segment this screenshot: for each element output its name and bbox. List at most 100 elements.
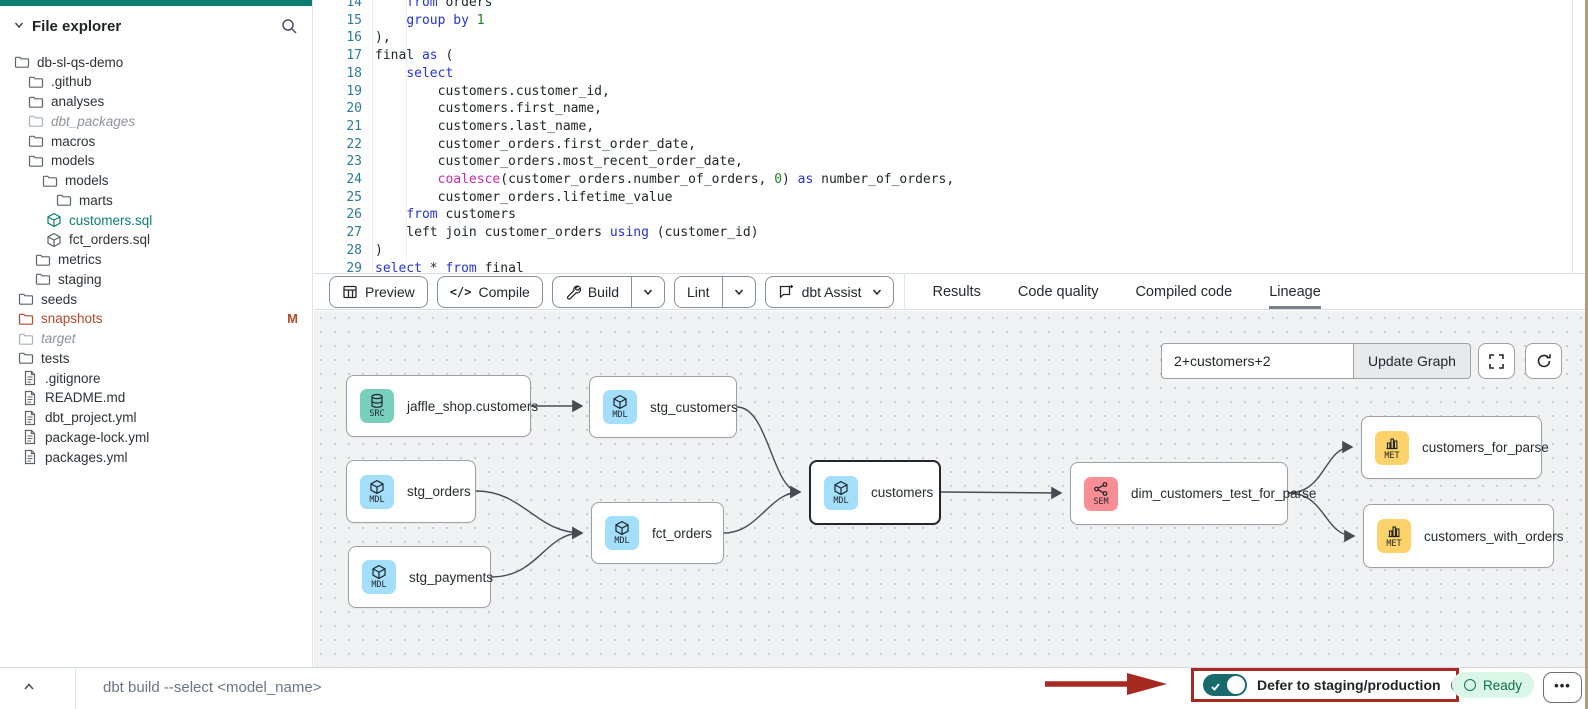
code-line-16[interactable]: 16), [314,29,1588,47]
tab-results[interactable]: Results [932,274,980,309]
fullscreen-button[interactable] [1478,343,1515,379]
chevron-down-icon [871,277,893,307]
button-label: dbt Assist [802,284,862,300]
update-graph-button[interactable]: Update Graph [1353,343,1471,379]
lineage-node-fct_orders[interactable]: MDLfct_orders [591,502,724,564]
lineage-node-jaffle_shop.customers[interactable]: SRCjaffle_shop.customers [346,375,531,437]
cube-icon [612,394,628,410]
lineage-canvas[interactable]: SRCjaffle_shop.customersMDLstg_customers… [314,311,1588,667]
code-line-29[interactable]: 29select * from final [314,260,1588,274]
tree-item-models[interactable]: models [0,151,312,171]
tree-item-dbt-project-yml[interactable]: dbt_project.yml [0,408,312,428]
code-line-27[interactable]: 27 left join customer_orders using (cust… [314,224,1588,242]
node-name: jaffle_shop.customers [407,399,538,414]
compile-button[interactable]: </>Compile [437,276,543,308]
code-line-23[interactable]: 23 customer_orders.most_recent_order_dat… [314,153,1588,171]
code-line-19[interactable]: 19 customers.customer_id, [314,83,1588,101]
line-number: 16 [314,29,362,47]
tree-item-metrics[interactable]: metrics [0,250,312,270]
tree-item--gitignore[interactable]: .gitignore [0,368,312,388]
tree-item-label: analyses [51,94,104,109]
tree-item-analyses[interactable]: analyses [0,92,312,112]
tree-item-staging[interactable]: staging [0,269,312,289]
line-text: customer_orders.first_order_date, [375,136,696,154]
defer-toggle[interactable] [1203,674,1247,696]
tree-item-snapshots[interactable]: snapshotsM [0,309,312,329]
code-line-28[interactable]: 28) [314,242,1588,260]
tree-item-fct-orders-sql[interactable]: fct_orders.sql [0,230,312,250]
lineage-node-customers[interactable]: MDLcustomers [809,460,941,525]
fullscreen-icon [1488,353,1505,370]
code-line-14[interactable]: 14 from orders [314,0,1588,12]
edge-stg_customers-to-customers [737,407,800,492]
toggle-knob [1227,676,1245,694]
build-button[interactable]: Build [552,276,665,308]
lint-button[interactable]: Lint [674,276,756,308]
expand-command-bar-icon[interactable] [22,680,40,698]
tab-lineage[interactable]: Lineage [1269,274,1321,309]
preview-button[interactable]: Preview [329,276,428,308]
line-text: select * from final [375,260,524,274]
code-line-20[interactable]: 20 customers.first_name, [314,100,1588,118]
file-explorer-title: File explorer [32,18,280,35]
tree-item-package-lock-yml[interactable]: package-lock.yml [0,427,312,447]
tree-item-customers-sql[interactable]: customers.sql [0,210,312,230]
code-line-24[interactable]: 24 coalesce(customer_orders.number_of_or… [314,171,1588,189]
cube-icon [833,480,849,496]
tree-item-readme-md[interactable]: README.md [0,388,312,408]
search-icon[interactable] [280,17,298,35]
lint-dropdown[interactable] [722,277,755,307]
output-tabs: Results Code quality Compiled code Lineage [905,274,1320,309]
lineage-node-dim_customers_test_for_parse[interactable]: SEMdim_customers_test_for_parse [1070,462,1288,525]
tree-item-tests[interactable]: tests [0,348,312,368]
edge-fct_orders-to-customers [724,492,800,533]
code-line-17[interactable]: 17final as ( [314,47,1588,65]
code-line-15[interactable]: 15 group by 1 [314,12,1588,30]
node-name: stg_customers [650,400,738,415]
tree-item-seeds[interactable]: seeds [0,289,312,309]
lineage-node-stg_orders[interactable]: MDLstg_orders [346,460,476,523]
mdl-badge: MDL [360,475,394,509]
tree-item-label: staging [58,272,102,287]
lineage-node-customers_with_orders[interactable]: METcustomers_with_orders [1363,504,1554,568]
tree-item-marts[interactable]: marts [0,190,312,210]
db-icon [369,393,385,409]
lineage-node-customers_for_parse[interactable]: METcustomers_for_parse [1361,416,1542,479]
tree-item--github[interactable]: .github [0,72,312,92]
editor-scrollbar-track[interactable] [1572,0,1573,273]
code-line-18[interactable]: 18 select [314,65,1588,83]
tab-compiled-code[interactable]: Compiled code [1135,274,1232,309]
tree-item-dbt-packages[interactable]: dbt_packages [0,111,312,131]
lineage-node-stg_customers[interactable]: MDLstg_customers [589,376,737,438]
node-name: dim_customers_test_for_parse [1131,486,1316,501]
code-line-25[interactable]: 25 customer_orders.lifetime_value [314,189,1588,207]
mdl-badge: MDL [605,516,639,550]
command-input[interactable]: dbt build --select <model_name> [103,679,321,696]
tree-item-models[interactable]: models [0,171,312,191]
modified-badge: M [287,311,298,326]
tree-item-macros[interactable]: macros [0,131,312,151]
more-options-button[interactable]: ••• [1543,672,1582,703]
tab-code-quality[interactable]: Code quality [1018,274,1099,309]
refresh-button[interactable] [1525,343,1562,379]
tree-item-packages-yml[interactable]: packages.yml [0,447,312,467]
graph-selector-controls: Update Graph [1161,343,1471,379]
dbt-assist-button[interactable]: dbt Assist [765,276,895,308]
file-icon [22,390,38,406]
code-line-21[interactable]: 21 customers.last_name, [314,118,1588,136]
code-line-26[interactable]: 26 from customers [314,206,1588,224]
tree-item-label: models [65,173,109,188]
build-dropdown[interactable] [631,277,664,307]
code-line-22[interactable]: 22 customer_orders.first_order_date, [314,136,1588,154]
code-editor[interactable]: 14 from orders15 group by 116),17final a… [314,0,1588,273]
tree-item-target[interactable]: target [0,329,312,349]
lineage-selector-input[interactable] [1161,343,1353,379]
cube-icon [614,520,630,536]
line-text: ), [375,29,391,47]
line-text: customers.customer_id, [375,83,610,101]
tree-item-db-sl-qs-demo[interactable]: db-sl-qs-demo [0,52,312,72]
lineage-node-stg_payments[interactable]: MDLstg_payments [348,546,491,608]
chevron-down-icon[interactable] [14,20,24,33]
folder-icon [28,153,44,169]
ready-status-badge[interactable]: Ready [1452,672,1534,698]
